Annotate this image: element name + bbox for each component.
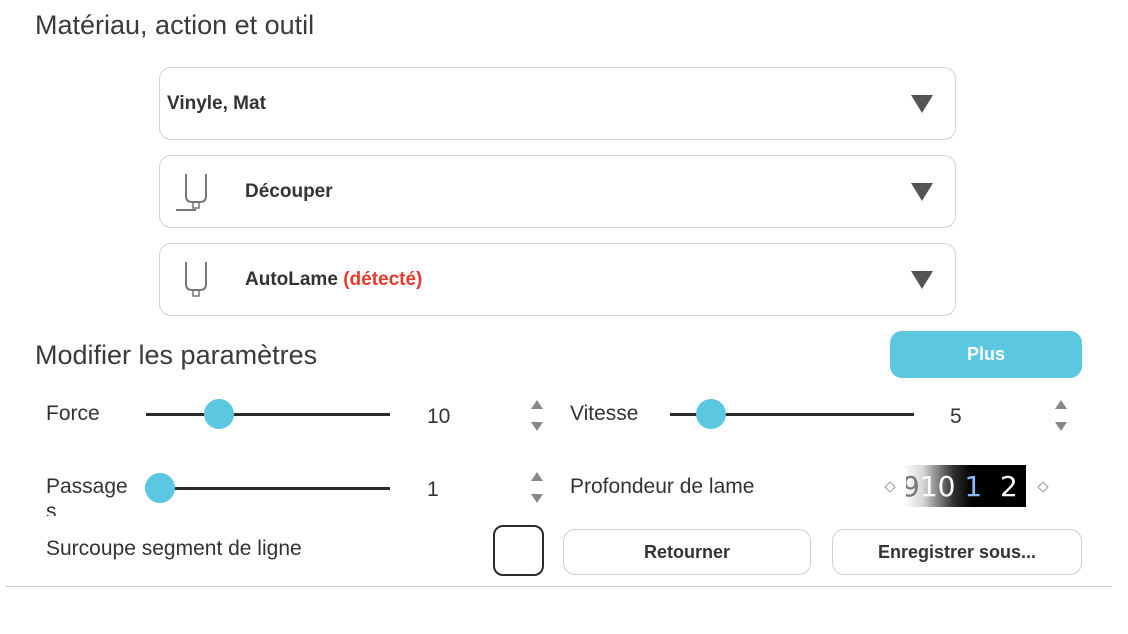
passes-label-wrap: s bbox=[46, 500, 57, 516]
material-value: Vinyle, Mat bbox=[167, 92, 266, 114]
tool-detected-status: (détecté) bbox=[343, 268, 423, 290]
speed-value: 5 bbox=[950, 405, 962, 428]
more-button[interactable]: Plus bbox=[890, 331, 1082, 378]
section-title-material: Matériau, action et outil bbox=[35, 10, 315, 40]
chevron-down-icon bbox=[911, 182, 933, 201]
stepper-up-icon[interactable] bbox=[531, 472, 543, 481]
stepper-down-icon[interactable] bbox=[531, 422, 543, 431]
speed-slider-thumb[interactable] bbox=[696, 399, 727, 429]
blade-depth-picker[interactable]: 9 10 1 2 3 bbox=[906, 465, 1026, 507]
speed-label: Vitesse bbox=[570, 402, 639, 425]
force-slider-track[interactable] bbox=[146, 413, 390, 416]
force-stepper[interactable] bbox=[528, 396, 546, 436]
passes-slider-thumb[interactable] bbox=[145, 473, 175, 503]
blade-depth-label: Profondeur de lame bbox=[570, 475, 755, 498]
chevron-down-icon bbox=[911, 270, 933, 289]
speed-stepper[interactable] bbox=[1052, 396, 1070, 436]
force-value: 10 bbox=[427, 405, 451, 428]
tool-value: AutoLame bbox=[245, 268, 338, 290]
depth-digit: 10 bbox=[919, 469, 956, 503]
force-label: Force bbox=[46, 402, 100, 425]
passes-stepper[interactable] bbox=[528, 468, 546, 508]
chevron-down-icon bbox=[911, 94, 933, 113]
depth-digit: 2 bbox=[1000, 469, 1018, 503]
overcut-label: Surcoupe segment de ligne bbox=[46, 537, 302, 560]
cutter-icon bbox=[176, 174, 207, 211]
depth-digit-selected: 1 bbox=[964, 469, 983, 503]
action-value: Découper bbox=[245, 180, 333, 202]
tool-dropdown[interactable]: AutoLame (détecté) bbox=[159, 243, 956, 316]
blade-holder-icon bbox=[185, 262, 207, 297]
stepper-down-icon[interactable] bbox=[531, 494, 543, 503]
divider bbox=[6, 586, 1112, 587]
material-dropdown[interactable]: Vinyle, Mat bbox=[159, 67, 956, 140]
blade-depth-right-arrow-icon[interactable] bbox=[1037, 481, 1049, 493]
passes-value: 1 bbox=[427, 478, 439, 501]
force-slider-thumb[interactable] bbox=[204, 399, 235, 429]
section-title-settings: Modifier les paramètres bbox=[35, 340, 318, 370]
stepper-up-icon[interactable] bbox=[531, 400, 543, 409]
blade-depth-left-arrow-icon[interactable] bbox=[884, 481, 896, 493]
stepper-down-icon[interactable] bbox=[1055, 422, 1067, 431]
overcut-checkbox[interactable] bbox=[493, 525, 544, 576]
passes-slider-track[interactable] bbox=[160, 487, 390, 490]
passes-label: Passage bbox=[46, 475, 128, 498]
stepper-up-icon[interactable] bbox=[1055, 400, 1067, 409]
return-button[interactable]: Retourner bbox=[563, 529, 811, 575]
save-as-button[interactable]: Enregistrer sous... bbox=[832, 529, 1082, 575]
depth-digit: 9 bbox=[906, 469, 920, 503]
action-dropdown[interactable]: Découper bbox=[159, 155, 956, 228]
